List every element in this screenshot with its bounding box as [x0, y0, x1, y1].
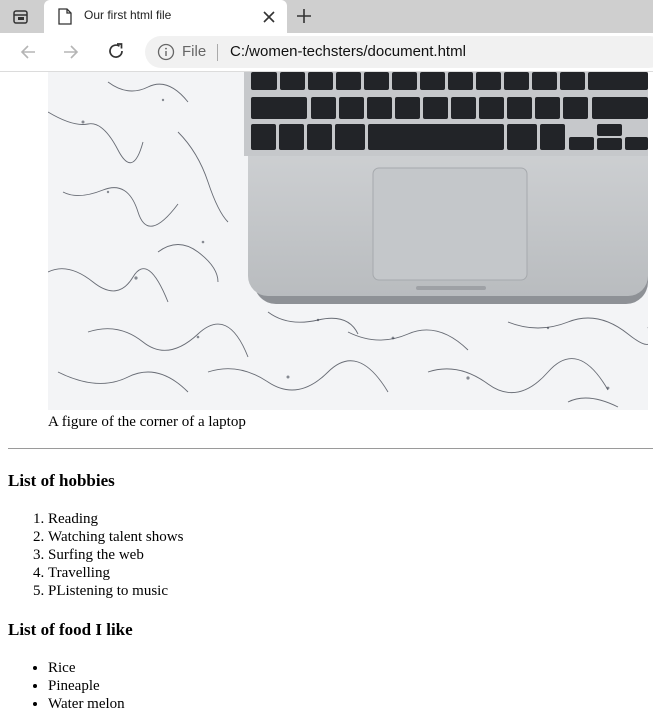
address-bar[interactable]: File C:/women-techsters/document.html [145, 36, 653, 68]
list-item: Watching talent shows [48, 528, 183, 546]
document-icon [58, 8, 72, 25]
tab-actions-icon[interactable] [12, 8, 30, 26]
tab-active[interactable]: Our first html file [44, 0, 287, 33]
url-text[interactable]: C:/women-techsters/document.html [230, 43, 466, 60]
tab-title: Our first html file [84, 8, 172, 22]
laptop-photo [48, 72, 648, 410]
reload-icon[interactable] [106, 41, 126, 61]
list-item: PListening to music [48, 582, 183, 600]
list-item: Pineaple [48, 677, 125, 695]
food-list: Rice Pineaple Water melon [0, 659, 125, 713]
close-icon[interactable] [263, 10, 275, 23]
food-heading: List of food I like [8, 620, 133, 639]
toolbar: File C:/women-techsters/document.html [0, 33, 653, 72]
forward-arrow-icon[interactable] [61, 42, 81, 62]
list-item: Reading [48, 510, 183, 528]
list-item: Travelling [48, 564, 183, 582]
back-arrow-icon[interactable] [18, 42, 38, 62]
horizontal-rule [8, 448, 653, 449]
list-item: Surfing the web [48, 546, 183, 564]
hobbies-list: Reading Watching talent shows Surfing th… [0, 510, 183, 600]
scheme-label: File [182, 43, 207, 60]
page-content: A figure of the corner of a laptop List … [0, 72, 653, 718]
list-item: Water melon [48, 695, 125, 713]
figure-caption: A figure of the corner of a laptop [48, 414, 246, 430]
address-separator [217, 44, 218, 61]
info-icon[interactable] [157, 43, 175, 61]
plus-icon[interactable] [295, 7, 313, 25]
list-item: Rice [48, 659, 125, 677]
hobbies-heading: List of hobbies [8, 471, 115, 490]
tab-bar: Our first html file [0, 0, 653, 33]
